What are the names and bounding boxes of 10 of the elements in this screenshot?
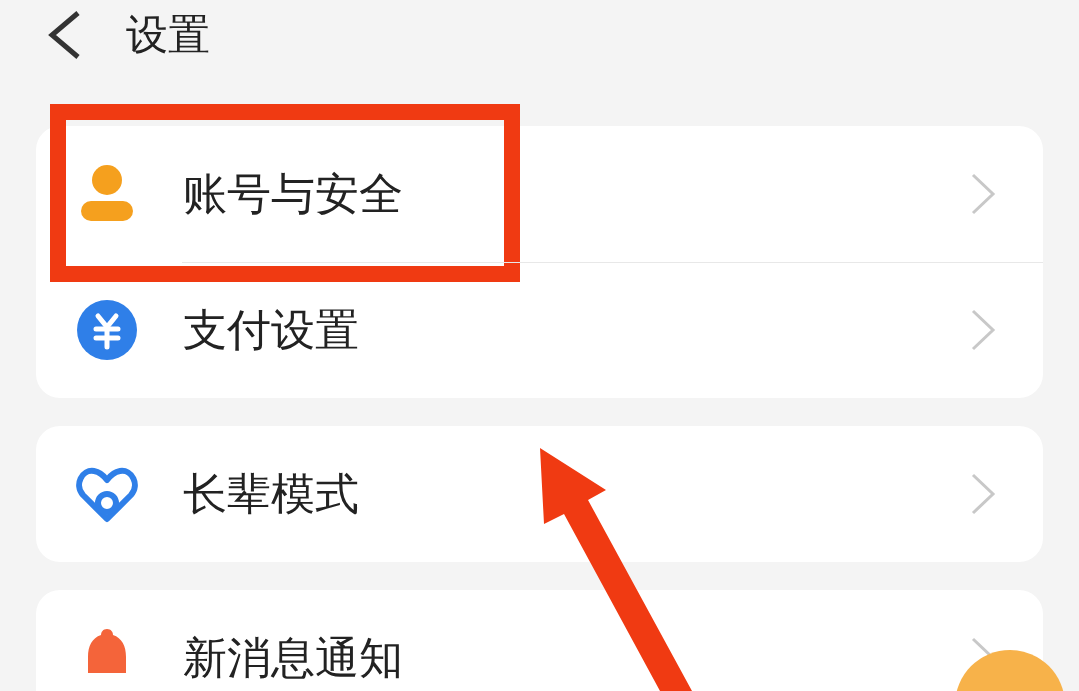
settings-item[interactable]: 新消息通知	[183, 628, 403, 688]
page-title: 设置	[126, 9, 210, 61]
settings-item[interactable]: 长辈模式	[183, 464, 359, 524]
chevron-icon	[969, 472, 997, 516]
chevron-icon	[969, 308, 997, 352]
yuan-icon	[76, 299, 138, 361]
settings-item[interactable]: 账号与安全	[183, 164, 403, 224]
back-icon[interactable]	[46, 10, 82, 60]
settings-item[interactable]: 支付设置	[183, 300, 359, 360]
chevron-icon	[969, 172, 997, 216]
